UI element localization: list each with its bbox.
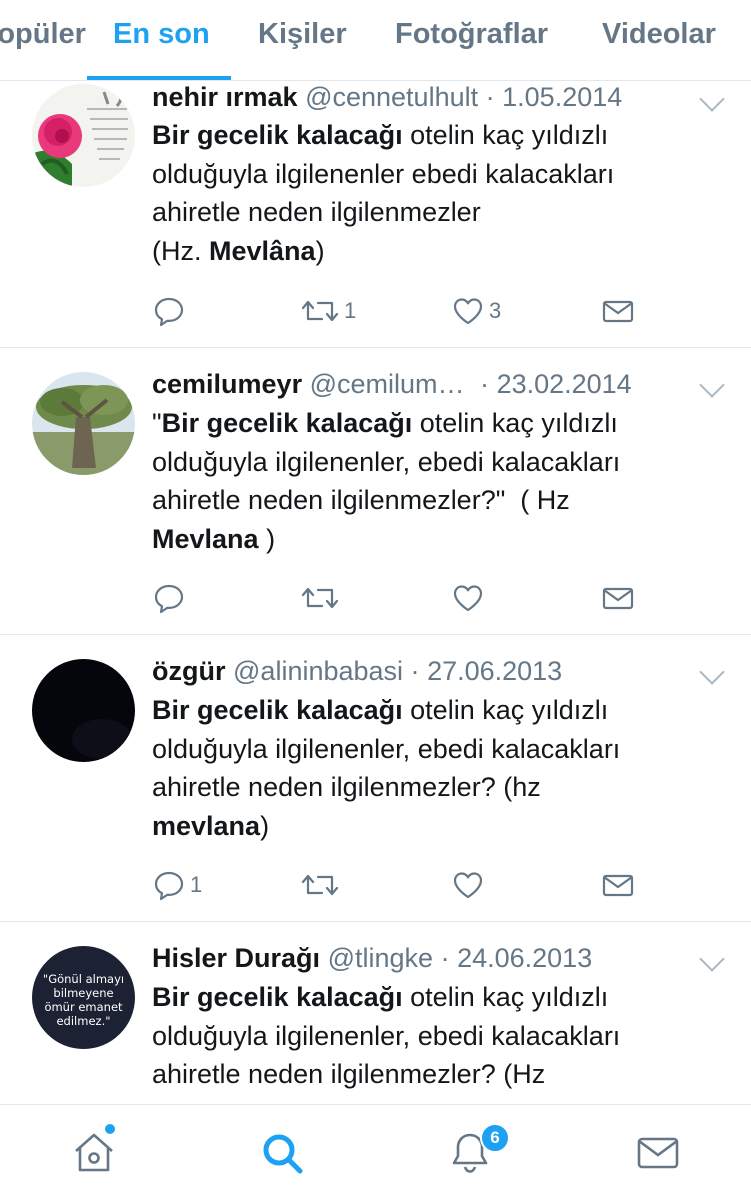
tweet-date: 23.02.2014 [496, 369, 632, 399]
like-count: 3 [489, 298, 502, 323]
avatar[interactable]: "Gönül almayı bilmeyene ömür emanet edil… [32, 946, 135, 1049]
reply-button[interactable] [152, 578, 190, 618]
reply-button[interactable]: 1 [152, 865, 202, 905]
separator-dot: · [440, 943, 450, 973]
like-button[interactable]: 3 [451, 291, 501, 331]
reply-icon [154, 584, 184, 614]
user-handle[interactable]: @cemilum… [310, 369, 465, 399]
search-icon [263, 1134, 303, 1174]
bottom-navigation: 6 [0, 1104, 751, 1201]
direct-message-button[interactable] [601, 578, 635, 618]
heart-icon [453, 298, 483, 325]
direct-message-button[interactable] [601, 291, 635, 331]
user-name[interactable]: nehir ırmak [152, 82, 298, 112]
tweet-date: 1.05.2014 [502, 82, 623, 112]
tweet[interactable]: nehir ırmak @cennetulhult · 1.05.2014 Bi… [0, 81, 751, 348]
tab-people[interactable]: Kişiler [258, 18, 347, 51]
reply-count: 1 [190, 872, 203, 897]
new-content-dot [105, 1124, 115, 1134]
separator-dot: · [485, 82, 495, 112]
avatar[interactable] [32, 84, 135, 187]
heart-icon [453, 872, 483, 899]
tweet[interactable]: "Gönül almayı bilmeyene ömür emanet edil… [0, 922, 751, 1104]
tweet-text: Bir gecelik kalacağı otelin kaç yıldızlı… [152, 120, 615, 266]
retweet-icon [301, 874, 339, 896]
envelope-icon [637, 1137, 679, 1169]
tab-videos[interactable]: Videolar [602, 18, 716, 51]
tweet-actions: 1 [0, 865, 751, 905]
reply-button[interactable] [152, 291, 190, 331]
reply-icon [154, 297, 184, 327]
tweet-text: Bir gecelik kalacağı otelin kaç yıldızlı… [152, 982, 621, 1089]
chevron-down-icon[interactable] [699, 86, 725, 112]
separator-dot: · [480, 369, 490, 399]
envelope-icon [602, 587, 634, 610]
user-handle[interactable]: @cennetulhult [305, 82, 478, 112]
notifications-tab[interactable]: 6 [446, 1123, 510, 1177]
notifications-badge: 6 [480, 1123, 510, 1153]
tab-photos[interactable]: Fotoğraflar [395, 18, 548, 51]
user-name[interactable]: özgür [152, 656, 226, 686]
retweet-icon [301, 300, 339, 322]
reply-icon [154, 871, 184, 901]
retweet-button[interactable] [300, 865, 344, 905]
avatar[interactable] [32, 372, 135, 475]
chevron-down-icon[interactable] [699, 659, 725, 685]
tab-popular[interactable]: Popüler [0, 18, 86, 51]
tweet-date: 24.06.2013 [457, 943, 593, 973]
retweet-count: 1 [344, 298, 357, 323]
user-handle[interactable]: @tlingke [328, 943, 433, 973]
tweet-header: cemilumeyr @cemilum… · 23.02.2014 [152, 369, 632, 400]
active-tab-indicator [87, 76, 231, 80]
tweet-date: 27.06.2013 [427, 656, 563, 686]
separator-dot: · [410, 656, 420, 686]
user-name[interactable]: Hisler Durağı [152, 943, 320, 973]
messages-tab[interactable] [634, 1129, 682, 1177]
tweet-actions: 1 3 [0, 291, 751, 331]
tweet-text: "Bir gecelik kalacağı otelin kaç yıldızl… [152, 408, 621, 554]
like-button[interactable] [451, 865, 489, 905]
chevron-down-icon[interactable] [699, 946, 725, 972]
like-button[interactable] [451, 578, 489, 618]
tweet[interactable]: cemilumeyr @cemilum… · 23.02.2014 "Bir g… [0, 348, 751, 635]
tweet-header: nehir ırmak @cennetulhult · 1.05.2014 [152, 82, 622, 113]
tab-latest[interactable]: En son [113, 18, 210, 51]
search-tab[interactable] [258, 1129, 306, 1177]
tweet-actions [0, 578, 751, 618]
tweet-header: Hisler Durağı @tlingke · 24.06.2013 [152, 943, 592, 974]
envelope-icon [602, 874, 634, 897]
retweet-button[interactable]: 1 [300, 291, 356, 331]
tweet-text: Bir gecelik kalacağı otelin kaç yıldızlı… [152, 695, 621, 841]
user-handle[interactable]: @alininbabasi [233, 656, 403, 686]
retweet-icon [301, 587, 339, 609]
avatar-quote-text: "Gönül almayı bilmeyene ömür emanet edil… [42, 972, 125, 1028]
heart-icon [453, 585, 483, 612]
tweet-header: özgür @alininbabasi · 27.06.2013 [152, 656, 562, 687]
home-icon [75, 1133, 113, 1172]
search-tabs: Popüler En son Kişiler Fotoğraflar Video… [0, 0, 751, 81]
envelope-icon [602, 300, 634, 323]
retweet-button[interactable] [300, 578, 344, 618]
user-name[interactable]: cemilumeyr [152, 369, 302, 399]
avatar[interactable] [32, 659, 135, 762]
chevron-down-icon[interactable] [699, 372, 725, 398]
tweet[interactable]: özgür @alininbabasi · 27.06.2013 Bir gec… [0, 635, 751, 922]
home-tab[interactable] [70, 1124, 118, 1177]
direct-message-button[interactable] [601, 865, 635, 905]
